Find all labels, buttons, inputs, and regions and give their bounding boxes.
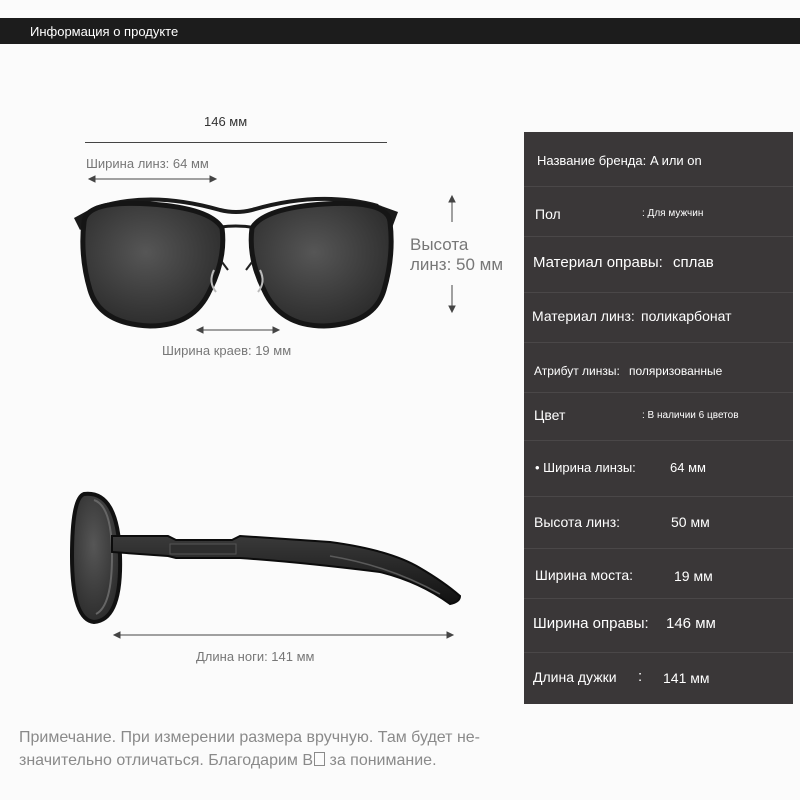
spec-value-lens-height: 50 мм [671, 514, 710, 530]
spec-label-lens-width: • Ширина линзы: [535, 460, 636, 475]
spec-value-gender: : Для мужчин [642, 208, 704, 219]
spec-row-bridge-width: Ширина моста: 19 мм [524, 548, 793, 599]
temple-length-arrow-icon [112, 631, 455, 639]
spec-row-lens-material: Материал линз: поликарбонат [524, 292, 793, 343]
spec-row-lens-attribute: Атрибут линзы: поляризованные [524, 342, 793, 393]
lens-width-arrow-icon [87, 175, 218, 183]
lens-height-arrow-icon [448, 194, 456, 314]
spec-row-temple-length: Длина дужки : 141 мм [524, 652, 793, 704]
note-line-2-text: значительно отличаться. Благодарим В [19, 752, 314, 769]
spec-separator-temple-length: : [638, 668, 643, 685]
spec-value-lens-attribute: поляризованные [629, 364, 723, 378]
spec-label-brand: Название бренда: [537, 153, 647, 168]
spec-row-lens-width: • Ширина линзы: 64 мм [524, 440, 793, 497]
spec-value-temple-length: 141 мм [663, 670, 710, 686]
note-line-1: Примечание. При измерении размера вручну… [19, 729, 480, 746]
spec-label-color: Цвет [534, 407, 566, 423]
missing-glyph-icon [314, 752, 326, 766]
spec-panel: Название бренда: A или on Пол : Для мужч… [524, 132, 793, 704]
rim-width-arrow-icon [195, 326, 281, 334]
spec-value-bridge-width: 19 мм [674, 568, 713, 584]
note-line-2: значительно отличаться. Благодарим В за … [19, 749, 519, 772]
spec-label-frame-material: Материал оправы: [533, 254, 663, 271]
spec-row-color: Цвет : В наличии 6 цветов [524, 392, 793, 441]
spec-label-gender: Пол [535, 206, 561, 222]
spec-value-lens-width: 64 мм [670, 460, 706, 475]
spec-row-frame-material: Материал оправы: сплав [524, 236, 793, 293]
spec-value-brand: A или on [650, 153, 702, 168]
glasses-front-icon [74, 196, 398, 329]
note-line-2-end: за понимание. [325, 752, 437, 769]
spec-label-bridge-width: Ширина моста: [535, 567, 634, 583]
spec-row-lens-height: Высота линз: 50 мм [524, 496, 793, 549]
spec-label-frame-width: Ширина оправы: [533, 615, 649, 632]
spec-value-lens-material: поликарбонат [641, 308, 732, 324]
spec-row-gender: Пол : Для мужчин [524, 186, 793, 237]
spec-value-frame-material: сплав [673, 254, 714, 271]
spec-label-lens-material: Материал линз: [532, 308, 635, 324]
measurement-note: Примечание. При измерении размера вручну… [19, 726, 519, 772]
spec-label-lens-height: Высота линз: [534, 514, 620, 530]
spec-value-frame-width: 146 мм [666, 615, 716, 632]
spec-row-frame-width: Ширина оправы: 146 мм [524, 598, 793, 653]
spec-value-color: : В наличии 6 цветов [642, 410, 739, 421]
spec-label-temple-length: Длина дужки [533, 669, 617, 685]
spec-label-lens-attribute: Атрибут линзы: [534, 364, 620, 378]
spec-row-brand: Название бренда: A или on [524, 132, 793, 187]
glasses-side-icon [69, 491, 462, 625]
